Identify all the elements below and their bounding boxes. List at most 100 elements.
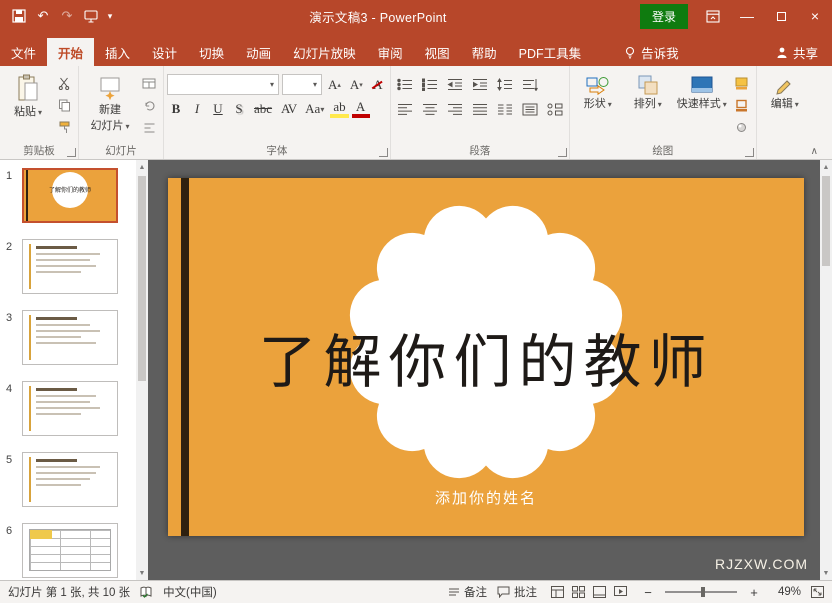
text-direction-icon[interactable]	[519, 74, 541, 94]
align-center-icon[interactable]	[419, 99, 441, 119]
bold-button[interactable]: B	[167, 100, 185, 118]
font-color-button[interactable]: A	[352, 100, 370, 118]
undo-icon[interactable]: ↶	[32, 4, 54, 28]
slide-thumbnail-4[interactable]	[22, 381, 118, 436]
slide-thumbnail-1[interactable]: 了解你们的教师	[22, 168, 118, 223]
slideshow-view-button[interactable]	[614, 586, 627, 598]
zoom-slider-thumb[interactable]	[701, 587, 705, 597]
font-dialog-launcher[interactable]	[379, 148, 388, 157]
reading-view-button[interactable]	[593, 586, 606, 598]
paragraph-dialog-launcher[interactable]	[558, 148, 567, 157]
line-spacing-icon[interactable]	[494, 74, 516, 94]
slide-indicator[interactable]: 幻灯片 第 1 张, 共 10 张	[8, 584, 130, 600]
section-icon[interactable]	[140, 118, 158, 136]
canvas-scrollbar[interactable]: ▲ ▼	[820, 160, 832, 580]
shapes-button[interactable]: 形状▾	[573, 69, 623, 112]
slide-thumbnail-2[interactable]	[22, 239, 118, 294]
tab-review[interactable]: 审阅	[367, 38, 414, 66]
text-shadow-button[interactable]: S	[230, 100, 248, 118]
paste-button[interactable]: 粘贴▾	[3, 69, 53, 120]
scroll-down-icon[interactable]: ▼	[820, 566, 832, 580]
start-slideshow-icon[interactable]	[80, 4, 102, 28]
shape-effects-icon[interactable]	[733, 118, 751, 136]
slide-thumbnail-3[interactable]	[22, 310, 118, 365]
quick-styles-button[interactable]: 快速样式▾	[673, 69, 731, 112]
tab-pdf-toolset[interactable]: PDF工具集	[508, 38, 593, 66]
tab-view[interactable]: 视图	[414, 38, 461, 66]
slide-title-text[interactable]: 了解你们的教师	[168, 178, 804, 536]
maximize-button[interactable]	[764, 0, 798, 32]
font-size-select[interactable]: ▾	[282, 74, 322, 95]
change-case-button[interactable]: Aa▾	[302, 100, 327, 118]
format-painter-icon[interactable]	[55, 118, 73, 136]
character-spacing-button[interactable]: AV	[278, 100, 299, 118]
cut-icon[interactable]	[55, 74, 73, 92]
scroll-up-icon[interactable]: ▲	[820, 160, 832, 174]
decrease-indent-icon[interactable]	[444, 74, 466, 94]
highlight-color-button[interactable]: ab	[330, 100, 348, 118]
shrink-font-button[interactable]: A▾	[347, 76, 366, 94]
bullets-icon[interactable]	[394, 74, 416, 94]
grow-font-button[interactable]: A▴	[325, 76, 344, 94]
zoom-out-button[interactable]: −	[641, 585, 655, 600]
scroll-up-icon[interactable]: ▲	[136, 160, 148, 174]
slide[interactable]: 了解你们的教师 添加你的姓名	[168, 178, 804, 536]
tab-design[interactable]: 设计	[141, 38, 188, 66]
clipboard-dialog-launcher[interactable]	[67, 148, 76, 157]
close-button[interactable]: ×	[798, 0, 832, 32]
minimize-button[interactable]: —	[730, 0, 764, 32]
scrollbar-thumb[interactable]	[138, 176, 146, 381]
tab-slideshow[interactable]: 幻灯片放映	[282, 38, 367, 66]
slide-thumbnail-6[interactable]	[22, 523, 118, 578]
align-left-icon[interactable]	[394, 99, 416, 119]
zoom-slider[interactable]	[665, 591, 737, 593]
tab-animations[interactable]: 动画	[235, 38, 282, 66]
editing-button[interactable]: 编辑▾	[760, 69, 810, 112]
comments-button[interactable]: 批注	[497, 584, 537, 600]
tab-help[interactable]: 帮助	[461, 38, 508, 66]
clear-formatting-button[interactable]: A	[369, 76, 387, 94]
align-text-icon[interactable]	[519, 99, 541, 119]
language-indicator[interactable]: 中文(中国)	[163, 584, 217, 600]
increase-indent-icon[interactable]	[469, 74, 491, 94]
spell-check-icon[interactable]	[140, 586, 153, 598]
slide-sorter-view-button[interactable]	[572, 586, 585, 598]
ribbon-display-options-icon[interactable]	[696, 0, 730, 32]
reset-slide-icon[interactable]	[140, 96, 158, 114]
new-slide-button[interactable]: 新建 幻灯片▾	[82, 69, 138, 134]
slide-layout-icon[interactable]	[140, 74, 158, 92]
tab-transitions[interactable]: 切换	[188, 38, 235, 66]
notes-button[interactable]: 备注	[448, 584, 487, 600]
drawing-dialog-launcher[interactable]	[745, 148, 754, 157]
login-button[interactable]: 登录	[640, 4, 688, 29]
slide-thumbnail-5[interactable]	[22, 452, 118, 507]
shape-outline-icon[interactable]	[733, 96, 751, 114]
save-icon[interactable]	[8, 4, 30, 28]
normal-view-button[interactable]	[551, 586, 564, 598]
align-right-icon[interactable]	[444, 99, 466, 119]
underline-button[interactable]: U	[209, 100, 227, 118]
convert-to-smartart-icon[interactable]	[544, 99, 566, 119]
strikethrough-button[interactable]: abc	[251, 100, 275, 118]
fit-to-window-icon[interactable]	[811, 586, 824, 598]
tab-file[interactable]: 文件	[0, 38, 47, 66]
numbering-icon[interactable]	[419, 74, 441, 94]
thumbnail-scrollbar[interactable]: ▲ ▼	[136, 160, 148, 580]
slide-subtitle-text[interactable]: 添加你的姓名	[168, 487, 804, 508]
scrollbar-thumb[interactable]	[822, 176, 830, 266]
columns-icon[interactable]	[494, 99, 516, 119]
tell-me-button[interactable]: 告诉我	[614, 38, 689, 66]
tab-insert[interactable]: 插入	[94, 38, 141, 66]
italic-button[interactable]: I	[188, 100, 206, 118]
redo-icon[interactable]: ↷	[56, 4, 78, 28]
shape-fill-icon[interactable]	[733, 74, 751, 92]
zoom-percentage[interactable]: 49%	[771, 586, 801, 598]
scroll-down-icon[interactable]: ▼	[136, 566, 148, 580]
copy-icon[interactable]	[55, 96, 73, 114]
customize-quick-access-icon[interactable]: ▾	[104, 4, 116, 28]
share-button[interactable]: 共享	[762, 38, 832, 66]
zoom-in-button[interactable]: +	[747, 585, 761, 600]
arrange-button[interactable]: 排列▾	[623, 69, 673, 112]
tab-home[interactable]: 开始	[47, 38, 94, 66]
justify-icon[interactable]	[469, 99, 491, 119]
